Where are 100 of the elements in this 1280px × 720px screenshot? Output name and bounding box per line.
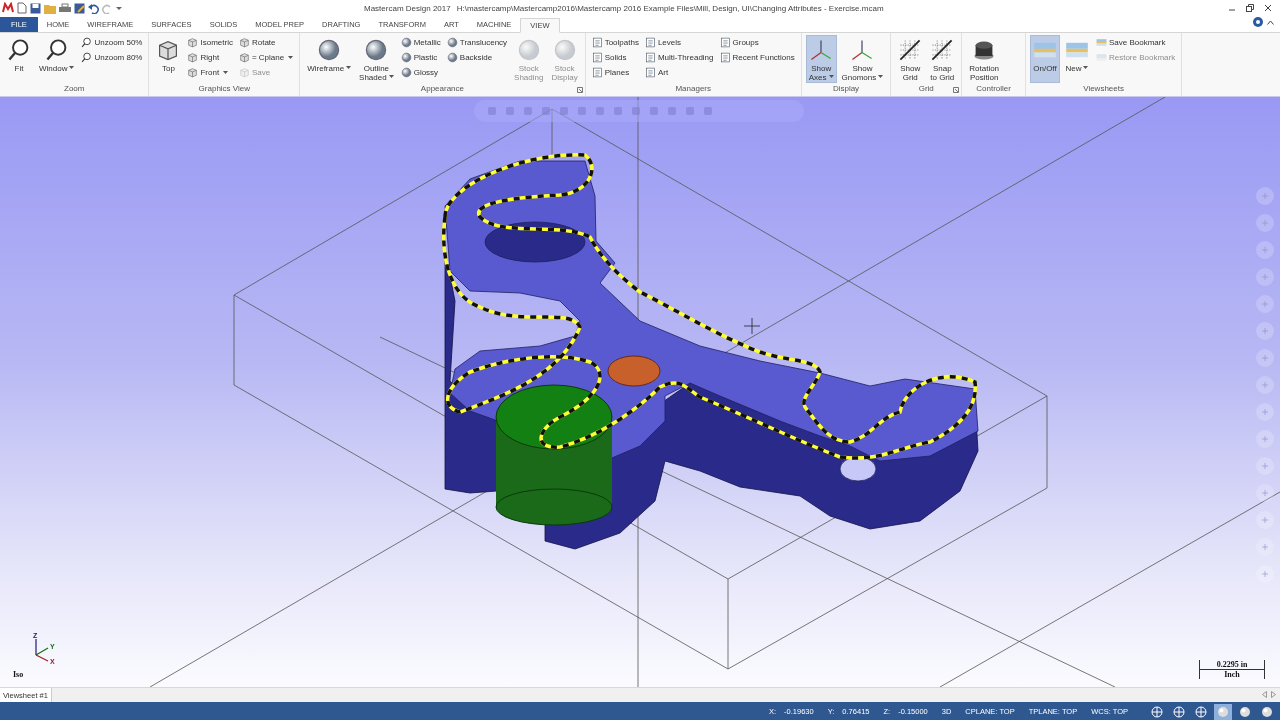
cube-icon: [187, 51, 199, 63]
plus-icon: [1261, 300, 1269, 308]
ribbon-button[interactable]: Rotate: [236, 35, 296, 49]
display-mode-button[interactable]: [1148, 703, 1166, 720]
ribbon-button[interactable]: Multi-Threading: [642, 50, 716, 64]
toolbar-button[interactable]: [1256, 565, 1274, 583]
axes-icon: [809, 38, 834, 62]
display-mode-button[interactable]: [1192, 703, 1210, 720]
scroll-left-icon[interactable]: [1262, 691, 1267, 698]
toolbar-button[interactable]: [1256, 484, 1274, 502]
dialog-launcher-icon[interactable]: [576, 87, 583, 93]
ribbon-button[interactable]: Levels: [642, 35, 716, 49]
ribbon-button[interactable]: Groups: [717, 35, 797, 49]
tool-icon[interactable]: [596, 107, 604, 115]
tool-icon[interactable]: [578, 107, 586, 115]
save-as-icon[interactable]: [74, 2, 85, 14]
toolbar-button[interactable]: [1256, 457, 1274, 475]
ribbon-button[interactable]: = Cplane: [236, 50, 296, 64]
print-icon[interactable]: [59, 2, 71, 14]
tool-icon[interactable]: [650, 107, 658, 115]
display-mode-button[interactable]: [1170, 703, 1188, 720]
tool-icon[interactable]: [506, 107, 514, 115]
plus-icon: [1261, 327, 1269, 335]
ribbon-button[interactable]: Metallic: [398, 35, 443, 49]
tool-icon[interactable]: [668, 107, 676, 115]
ribbon-button[interactable]: Unzoom 50%: [79, 35, 145, 49]
tool-icon[interactable]: [704, 107, 712, 115]
ribbon-button[interactable]: Plastic: [398, 50, 443, 64]
save-icon[interactable]: [30, 2, 41, 14]
ribbon-button[interactable]: Recent Functions: [717, 50, 797, 64]
group-label: Managers: [674, 83, 712, 95]
toolbar-button[interactable]: [1256, 187, 1274, 205]
plus-icon: [1261, 192, 1269, 200]
list-icon: [644, 36, 656, 48]
tool-icon[interactable]: [632, 107, 640, 115]
ribbon-button[interactable]: New: [1061, 35, 1092, 83]
list-icon: [644, 51, 656, 63]
plus-icon: [1261, 381, 1269, 389]
ribbon-button[interactable]: Fit: [4, 35, 34, 83]
ribbon-button[interactable]: Show Axes: [805, 35, 837, 83]
toolbar-button[interactable]: [1256, 511, 1274, 529]
sphere-icon: [317, 38, 342, 62]
grid-icon: [898, 38, 923, 62]
scale-bar: 0.2295 in Inch: [1199, 660, 1265, 679]
ribbon-button[interactable]: Right: [185, 50, 235, 64]
cube-icon: [238, 66, 250, 78]
ribbon-button[interactable]: Translucency: [444, 35, 510, 49]
toolbar-button[interactable]: [1256, 538, 1274, 556]
tool-icon[interactable]: [488, 107, 496, 115]
dialog-launcher-icon[interactable]: [953, 87, 960, 93]
toolbar-button[interactable]: [1256, 430, 1274, 448]
cursor-icon: [743, 317, 761, 335]
tool-icon[interactable]: [560, 107, 568, 115]
toolbar-button[interactable]: [1256, 295, 1274, 313]
toolbar-button[interactable]: [1256, 214, 1274, 232]
ribbon-button[interactable]: Art: [642, 65, 716, 79]
tool-icon[interactable]: [542, 107, 550, 115]
tool-icon[interactable]: [524, 107, 532, 115]
ribbon-button[interactable]: Toolpaths: [589, 35, 641, 49]
collapse-caret-icon[interactable]: [1267, 19, 1274, 25]
close-icon[interactable]: [1264, 4, 1272, 12]
toolbar-button[interactable]: [1256, 322, 1274, 340]
undo-icon[interactable]: [88, 2, 99, 14]
toolbar-button[interactable]: [1256, 403, 1274, 421]
list-icon: [591, 66, 603, 78]
customize-caret-icon[interactable]: [116, 5, 122, 11]
ribbon-button[interactable]: Solids: [589, 50, 641, 64]
ribbon-button[interactable]: On/Off: [1029, 35, 1060, 83]
ribbon-button[interactable]: Outline Shaded: [356, 35, 397, 83]
toolbar-button[interactable]: [1256, 376, 1274, 394]
group-label: Graphics View: [197, 83, 252, 95]
restore-icon[interactable]: [1246, 4, 1254, 12]
toolbar-button[interactable]: [1256, 349, 1274, 367]
ribbon-button[interactable]: Backside: [444, 50, 510, 64]
ribbon-button[interactable]: Show Gnomons: [838, 35, 887, 83]
display-mode-button[interactable]: [1214, 703, 1232, 720]
ribbon-button[interactable]: Glossy: [398, 65, 443, 79]
ribbon-button[interactable]: Snap to Grid: [927, 35, 958, 83]
sheet-icon: [1095, 51, 1107, 63]
sphere-icon: [446, 36, 458, 48]
ribbon-button[interactable]: Rotation Position: [966, 35, 1003, 83]
ribbon-button[interactable]: Wireframe: [304, 35, 355, 83]
toolbar-button[interactable]: [1256, 268, 1274, 286]
globe-icon: [1195, 705, 1207, 718]
ribbon-button[interactable]: Show Grid: [895, 35, 926, 83]
new-file-icon[interactable]: [17, 2, 27, 14]
cube-icon: [187, 66, 199, 78]
ribbon-button[interactable]: Front: [185, 65, 235, 79]
tool-icon[interactable]: [614, 107, 622, 115]
ribbon-button[interactable]: Planes: [589, 65, 641, 79]
tool-icon[interactable]: [686, 107, 694, 115]
ribbon-button[interactable]: Isometric: [185, 35, 235, 49]
ribbon-button[interactable]: Unzoom 80%: [79, 50, 145, 64]
ribbon-button[interactable]: Top: [153, 35, 184, 83]
help-icon[interactable]: [1253, 17, 1263, 27]
toolbar-button[interactable]: [1256, 241, 1274, 259]
scroll-right-icon[interactable]: [1271, 691, 1276, 698]
ribbon-button[interactable]: Window: [36, 35, 78, 83]
ribbon-button[interactable]: Save Bookmark: [1093, 35, 1178, 49]
window-title: Mastercam Design 2017: [364, 3, 451, 13]
